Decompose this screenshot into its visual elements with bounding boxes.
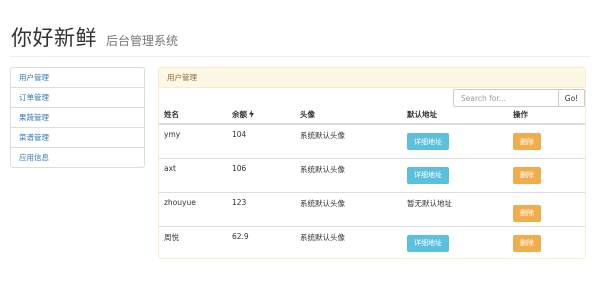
table-row: ymy 104 系统默认头像 详细地址 删除 bbox=[159, 123, 585, 158]
address-detail-button[interactable]: 详细地址 bbox=[407, 133, 449, 150]
address-detail-button[interactable]: 详细地址 bbox=[407, 166, 449, 184]
column-header-actions: 操作 bbox=[513, 108, 585, 125]
column-header-balance-label: 余额 bbox=[232, 110, 247, 119]
search-button[interactable]: Go! bbox=[559, 89, 585, 107]
sidebar-item-users[interactable]: 用户管理 bbox=[10, 67, 145, 88]
sidebar-item-orders[interactable]: 订单管理 bbox=[10, 87, 145, 108]
panel-title: 用户管理 bbox=[159, 68, 585, 88]
delete-button[interactable]: 删除 bbox=[513, 166, 541, 184]
address-detail-button[interactable]: 详细地址 bbox=[407, 234, 449, 252]
cell-name: zhouyue bbox=[159, 191, 232, 226]
cell-balance: 123 bbox=[232, 191, 300, 226]
table-row: axt 106 系统默认头像 详细地址 删除 bbox=[159, 157, 585, 192]
cell-avatar: 系统默认头像 bbox=[300, 225, 407, 260]
table-header-row: 姓名 余额 头像 默认地址 操作 bbox=[159, 108, 585, 125]
cell-balance: 62.9 bbox=[232, 225, 300, 260]
delete-button[interactable]: 删除 bbox=[513, 204, 541, 222]
table-row: 周悦 62.9 系统默认头像 详细地址 删除 bbox=[159, 225, 585, 260]
page-header: 你好新鲜 后台管理系统 bbox=[11, 22, 178, 52]
column-header-name: 姓名 bbox=[159, 108, 232, 125]
cell-balance: 104 bbox=[232, 123, 300, 158]
table-row: zhouyue 123 系统默认头像 暂无默认地址 删除 bbox=[159, 191, 585, 226]
search-input[interactable] bbox=[453, 89, 559, 107]
brand-subtitle: 后台管理系统 bbox=[106, 34, 179, 48]
sidebar-nav: 用户管理 订单管理 果蔬管理 菜谱管理 应用信息 bbox=[10, 67, 145, 168]
search-group: Go! bbox=[453, 89, 585, 107]
delete-button[interactable]: 删除 bbox=[513, 234, 541, 252]
sidebar-item-app-info[interactable]: 应用信息 bbox=[10, 147, 145, 168]
cell-avatar: 系统默认头像 bbox=[300, 191, 407, 226]
bolt-icon bbox=[249, 110, 254, 118]
cell-name: ymy bbox=[159, 123, 232, 158]
column-header-balance[interactable]: 余额 bbox=[232, 108, 300, 125]
user-management-panel: 用户管理 Go! 姓名 余额 头像 默认地址 操作 ymy 104 系统默认头像… bbox=[158, 67, 586, 260]
cell-name: 周悦 bbox=[159, 225, 232, 260]
sidebar-item-recipes[interactable]: 菜谱管理 bbox=[10, 127, 145, 148]
column-header-address: 默认地址 bbox=[407, 108, 513, 125]
cell-avatar: 系统默认头像 bbox=[300, 157, 407, 192]
delete-button[interactable]: 删除 bbox=[513, 133, 541, 150]
sidebar-item-produce[interactable]: 果蔬管理 bbox=[10, 107, 145, 128]
cell-balance: 106 bbox=[232, 157, 300, 192]
users-table: 姓名 余额 头像 默认地址 操作 ymy 104 系统默认头像 详细地址 删除 … bbox=[159, 108, 585, 260]
header-divider bbox=[10, 56, 590, 57]
cell-no-address: 暂无默认地址 bbox=[407, 191, 513, 226]
column-header-avatar: 头像 bbox=[300, 108, 407, 125]
cell-avatar: 系统默认头像 bbox=[300, 123, 407, 158]
brand-title: 你好新鲜 bbox=[11, 26, 97, 50]
cell-name: axt bbox=[159, 157, 232, 192]
